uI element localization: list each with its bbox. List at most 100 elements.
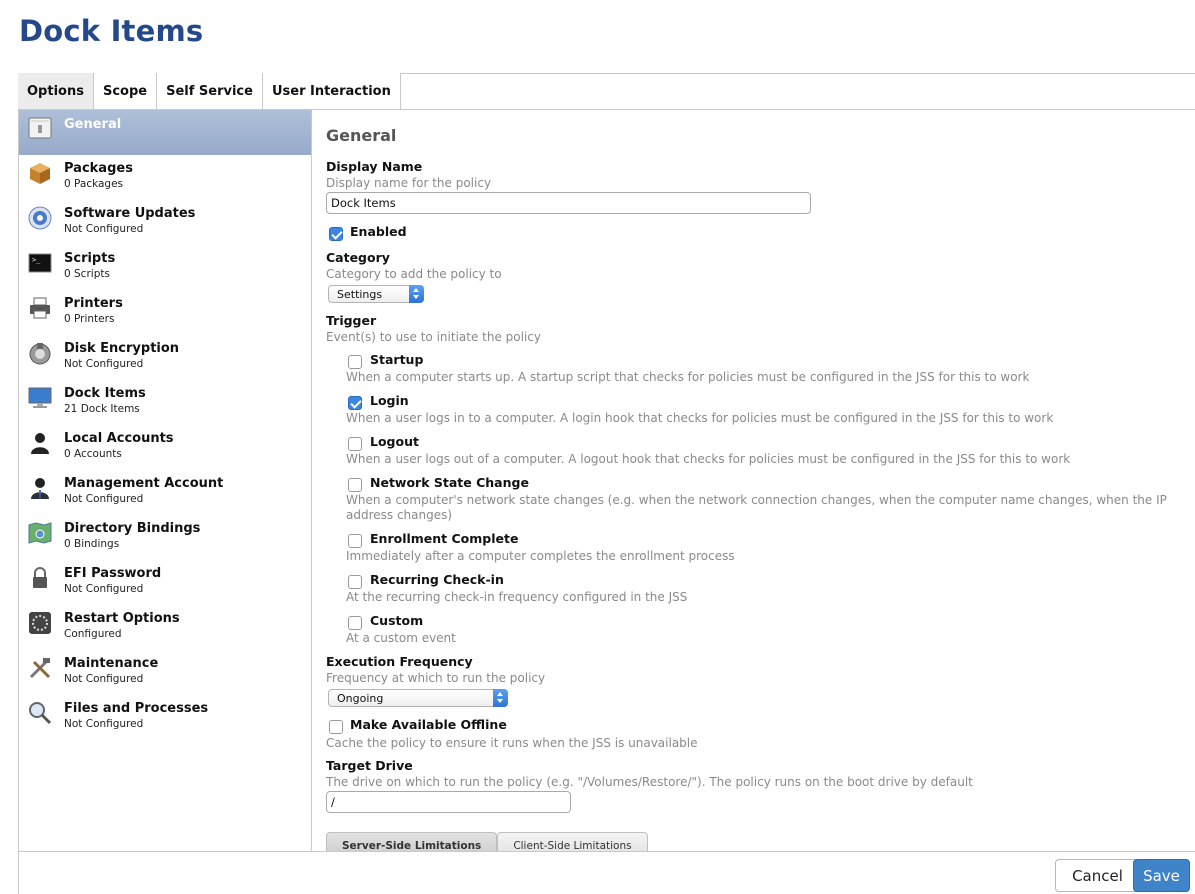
manager-icon [28,476,52,500]
sidebar-item-disk-encryption[interactable]: Disk Encryption Not Configured [19,335,311,380]
svg-text:>_: >_ [32,256,41,264]
sidebar-item-maintenance[interactable]: Maintenance Not Configured [19,650,311,695]
sidebar-item-label: Software Updates [64,206,196,221]
trigger-enrollment-label: Enrollment Complete [370,531,519,546]
tab-server-side-limitations[interactable]: Server-Side Limitations [326,832,498,851]
sidebar-item-sub: Not Configured [64,718,144,730]
sidebar-item-label: Directory Bindings [64,521,201,536]
target-drive-desc: The drive on which to run the policy (e.… [326,775,973,789]
user-icon [28,431,52,455]
sidebar-item-sub: Not Configured [64,583,144,595]
sidebar-item-local-accounts[interactable]: Local Accounts 0 Accounts [19,425,311,470]
sidebar-item-sub: 21 Dock Items [64,403,140,415]
tab-client-side-limitations[interactable]: Client-Side Limitations [497,832,648,851]
trigger-startup-desc: When a computer starts up. A startup scr… [346,370,1030,384]
trigger-custom-checkbox[interactable] [348,616,362,630]
trigger-network-state-desc: When a computer's network state changes … [346,493,1167,522]
trigger-desc: Event(s) to use to initiate the policy [326,330,541,344]
category-select-value: Settings [337,288,383,301]
sidebar-item-files-and-processes[interactable]: Files and Processes Not Configured [19,695,311,740]
display-name-label: Display Name [326,159,423,174]
sidebar-item-sub: 0 Bindings [64,538,120,550]
trigger-logout-checkbox[interactable] [348,437,362,451]
tools-icon [28,656,52,680]
sidebar-item-directory-bindings[interactable]: Directory Bindings 0 Bindings [19,515,311,560]
trigger-label: Trigger [326,313,377,328]
sidebar: General Packages 0 Packages Software Upd… [19,110,312,851]
category-select[interactable]: Settings [328,285,424,303]
sidebar-item-label: Local Accounts [64,431,174,446]
tab-scope[interactable]: Scope [93,73,158,109]
sidebar-item-label: Dock Items [64,386,146,401]
execution-frequency-label: Execution Frequency [326,654,473,669]
sidebar-item-general[interactable]: General [19,110,311,155]
printer-icon [28,296,52,320]
trigger-logout-label: Logout [370,434,419,449]
display-name-input[interactable] [326,192,811,214]
sidebar-item-dock-items[interactable]: Dock Items 21 Dock Items [19,380,311,425]
sidebar-item-sub: 0 Printers [64,313,115,325]
sidebar-item-software-updates[interactable]: Software Updates Not Configured [19,200,311,245]
sidebar-item-label: General [64,117,122,132]
sidebar-item-label: Maintenance [64,656,159,671]
sidebar-item-restart-options[interactable]: Restart Options Configured [19,605,311,650]
trigger-enrollment-desc: Immediately after a computer completes t… [346,549,735,563]
sidebar-item-label: EFI Password [64,566,162,581]
execution-frequency-desc: Frequency at which to run the policy [326,671,546,685]
select-arrows-icon [493,689,508,707]
sidebar-item-label: Packages [64,161,133,176]
sidebar-item-sub: 0 Packages [64,178,124,190]
sidebar-item-efi-password[interactable]: EFI Password Not Configured [19,560,311,605]
save-button[interactable]: Save [1133,859,1190,892]
target-drive-label: Target Drive [326,758,413,773]
trigger-recurring-checkbox[interactable] [348,575,362,589]
magnifier-icon [28,701,52,725]
target-drive-input[interactable] [326,791,571,813]
cancel-button[interactable]: Cancel [1055,859,1140,892]
offline-label: Make Available Offline [350,717,507,732]
execution-frequency-select[interactable]: Ongoing [328,689,508,707]
sidebar-item-printers[interactable]: Printers 0 Printers [19,290,311,335]
sidebar-item-label: Disk Encryption [64,341,180,356]
trigger-network-state-label: Network State Change [370,475,529,490]
trigger-login-desc: When a user logs in to a computer. A log… [346,411,1054,425]
offline-desc: Cache the policy to ensure it runs when … [326,736,698,750]
enabled-label: Enabled [350,224,407,239]
trigger-enrollment-checkbox[interactable] [348,534,362,548]
trigger-network-state-checkbox[interactable] [348,478,362,492]
package-icon [28,161,52,185]
sidebar-item-packages[interactable]: Packages 0 Packages [19,155,311,200]
trigger-recurring-desc: At the recurring check-in frequency conf… [346,590,688,604]
sidebar-item-management-account[interactable]: Management Account Not Configured [19,470,311,515]
sidebar-item-label: Printers [64,296,123,311]
trigger-login-checkbox[interactable] [348,396,362,410]
software-update-icon [28,206,52,230]
tab-bar: Options Scope Self Service User Interact… [18,73,1195,110]
sidebar-item-sub: 0 Accounts [64,448,122,460]
offline-checkbox[interactable] [329,720,343,734]
tab-options[interactable]: Options [18,73,94,109]
directory-icon [28,521,52,545]
trigger-startup-checkbox[interactable] [348,355,362,369]
general-panel: General Display Name Display name for th… [313,110,1195,851]
sidebar-item-sub: 0 Scripts [64,268,110,280]
restart-icon [28,611,52,635]
page-title: Dock Items [19,14,204,48]
execution-frequency-value: Ongoing [337,692,384,705]
tab-user-interaction[interactable]: User Interaction [262,73,401,109]
tab-self-service[interactable]: Self Service [157,73,263,109]
monitor-icon [28,386,52,410]
sidebar-item-scripts[interactable]: >_ Scripts 0 Scripts [19,245,311,290]
footer-bar: Cancel Save [19,851,1195,894]
category-label: Category [326,250,390,265]
limitation-tabs: Server-Side Limitations Client-Side Limi… [326,832,648,851]
sidebar-item-label: Management Account [64,476,224,491]
trigger-custom-label: Custom [370,613,424,628]
sidebar-item-sub: Not Configured [64,673,144,685]
sidebar-item-sub: Not Configured [64,358,144,370]
sidebar-item-label: Scripts [64,251,116,266]
enabled-checkbox[interactable] [329,227,343,241]
trigger-recurring-label: Recurring Check-in [370,572,504,587]
category-desc: Category to add the policy to [326,267,502,281]
display-name-desc: Display name for the policy [326,176,492,190]
